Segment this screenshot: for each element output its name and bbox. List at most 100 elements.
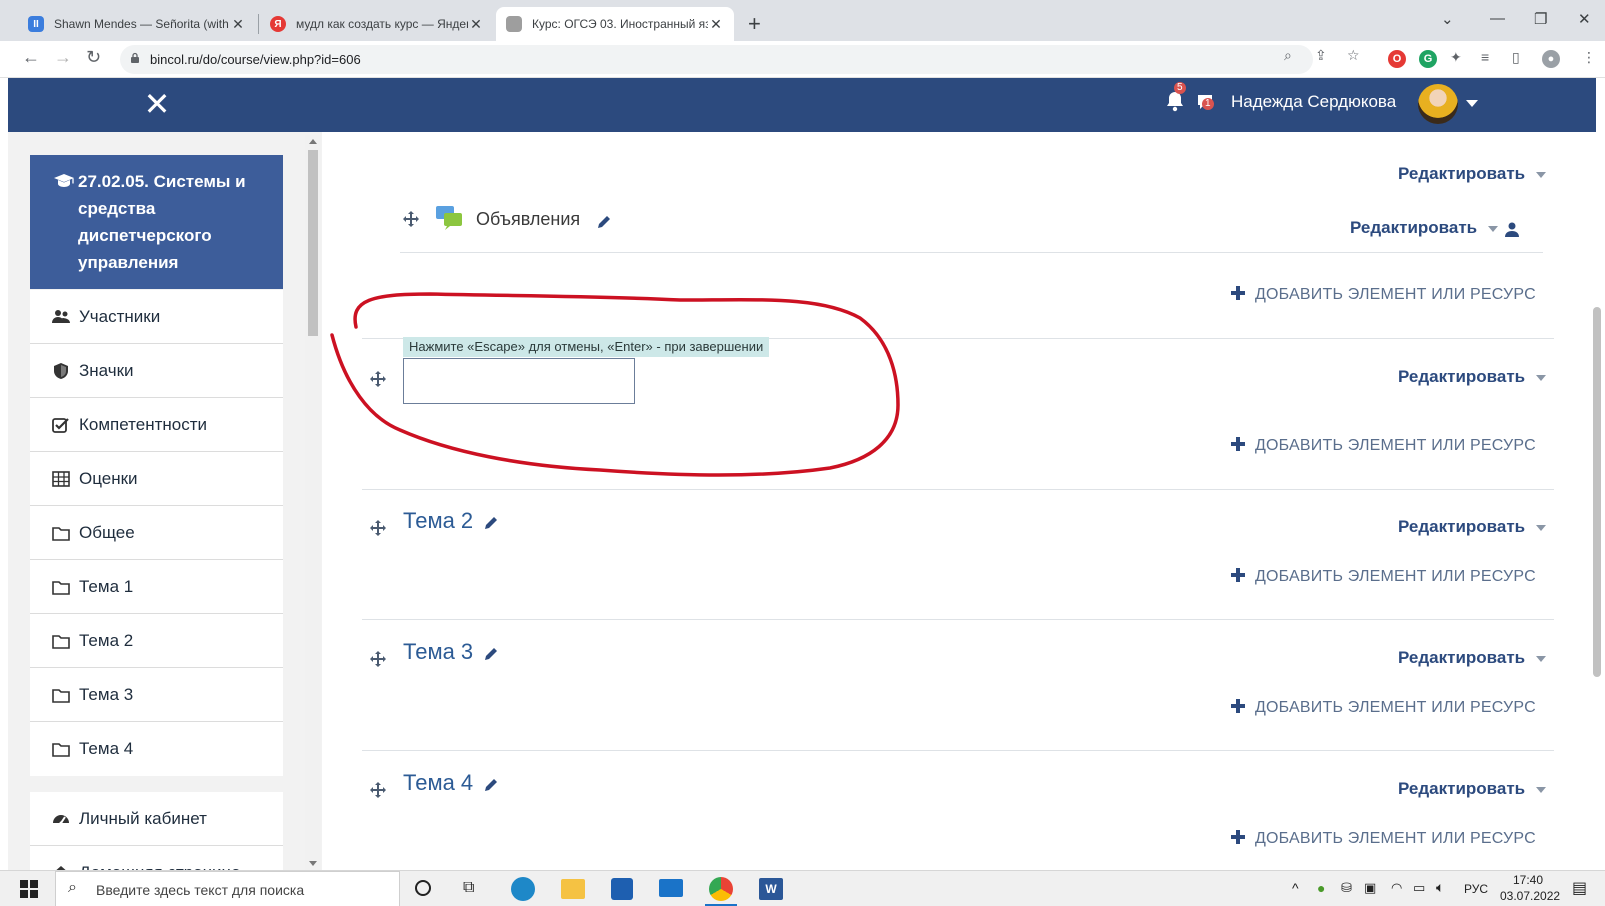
word-icon[interactable]: W	[759, 878, 783, 900]
tray-shield-icon[interactable]: ▣	[1364, 880, 1376, 896]
drawer-item-4[interactable]: Общее	[30, 506, 283, 560]
forward-arrow-icon[interactable]: →	[54, 47, 72, 68]
notifications-center-icon[interactable]: ▤	[1572, 878, 1587, 898]
browser-tab-course[interactable]: Курс: ОГСЭ 03. Иностранный яз ✕	[496, 7, 734, 41]
edit-caret-icon[interactable]	[1536, 525, 1546, 531]
minimize-icon[interactable]: —	[1490, 10, 1505, 27]
battery-icon[interactable]: ▭	[1413, 880, 1425, 896]
menu-kebab-icon[interactable]: ⋮	[1582, 49, 1596, 66]
close-tab-icon[interactable]: ✕	[708, 16, 724, 33]
volume-icon[interactable]: 🔈︎	[1436, 879, 1444, 896]
section-edit-link[interactable]: Редактировать	[1398, 779, 1525, 799]
user-name[interactable]: Надежда Сердюкова	[1231, 92, 1396, 112]
reload-icon[interactable]: ↻	[86, 47, 101, 68]
move-icon[interactable]	[402, 210, 420, 228]
edit-caret-icon[interactable]	[1488, 226, 1498, 232]
activity-edit-link[interactable]: Редактировать	[1350, 218, 1477, 238]
close-window-icon[interactable]: ✕	[1578, 10, 1591, 28]
new-tab-button[interactable]: +	[748, 11, 761, 37]
opera-extension-icon[interactable]: O	[1388, 50, 1406, 68]
mail-icon[interactable]	[659, 879, 683, 897]
reading-list-icon[interactable]: ≡	[1481, 49, 1489, 65]
task-view-icon[interactable]: ⧉	[463, 879, 485, 901]
drawer-item-7[interactable]: Тема 3	[30, 668, 283, 722]
topic-title[interactable]: Тема 2	[403, 508, 473, 534]
drawer-scrollbar[interactable]	[305, 135, 321, 870]
page-scrollbar[interactable]	[1588, 132, 1605, 870]
edit-title-pencil-icon[interactable]	[484, 778, 498, 792]
add-activity-link[interactable]: ДОБАВИТЬ ЭЛЕМЕНТ ИЛИ РЕСУРС	[1255, 568, 1536, 586]
address-bar[interactable]: bincol.ru/do/course/view.php?id=606	[120, 45, 1313, 74]
store-icon[interactable]	[611, 878, 633, 900]
windows-start-icon[interactable]	[20, 880, 38, 898]
drawer-item-0[interactable]: Участники	[30, 290, 283, 344]
topic-title[interactable]: Тема 4	[403, 770, 473, 796]
drawer-item-0[interactable]: Личный кабинет	[30, 792, 283, 846]
profile-icon[interactable]: ●	[1542, 50, 1560, 68]
move-icon[interactable]	[369, 781, 387, 799]
drawer-item-1[interactable]: Домашняя страница	[30, 846, 283, 870]
back-arrow-icon[interactable]: ←	[22, 47, 40, 68]
edit-caret-icon[interactable]	[1536, 375, 1546, 381]
tray-app-icon[interactable]: ●	[1317, 880, 1325, 896]
edit-title-pencil-icon[interactable]	[484, 516, 498, 530]
move-icon[interactable]	[369, 650, 387, 668]
topic-title[interactable]: Тема 3	[403, 639, 473, 665]
edit-caret-icon[interactable]	[1536, 787, 1546, 793]
edit-caret-icon[interactable]	[1536, 656, 1546, 662]
tray-chevron-icon[interactable]: ^	[1292, 880, 1299, 896]
section-name-input[interactable]	[403, 358, 635, 404]
user-menu-caret-icon[interactable]	[1466, 100, 1478, 107]
tray-device-icon[interactable]: ⛁	[1341, 880, 1352, 896]
scroll-up-arrow-icon[interactable]	[309, 139, 317, 144]
wifi-icon[interactable]: ◠	[1391, 880, 1402, 896]
close-tab-icon[interactable]: ✕	[230, 16, 246, 33]
add-activity-link[interactable]: ДОБАВИТЬ ЭЛЕМЕНТ ИЛИ РЕСУРС	[1255, 699, 1536, 717]
add-activity-link[interactable]: ДОБАВИТЬ ЭЛЕМЕНТ ИЛИ РЕСУРС	[1255, 437, 1536, 455]
section-edit-link[interactable]: Редактировать	[1398, 648, 1525, 668]
move-icon[interactable]	[369, 370, 387, 388]
restore-icon[interactable]: ❐	[1534, 10, 1547, 28]
grammarly-extension-icon[interactable]: G	[1419, 50, 1437, 68]
clock-time[interactable]: 17:40	[1513, 873, 1543, 887]
input-language[interactable]: РУС	[1464, 882, 1488, 896]
section-edit-link[interactable]: Редактировать	[1398, 517, 1525, 537]
browser-tab-music[interactable]: II Shawn Mendes — Señorita (with ✕	[18, 7, 256, 41]
drawer-item-8[interactable]: Тема 4	[30, 722, 283, 776]
edit-caret-icon[interactable]	[1536, 172, 1546, 178]
drawer-item-3[interactable]: Оценки	[30, 452, 283, 506]
forum-title[interactable]: Объявления	[476, 209, 580, 230]
user-avatar[interactable]	[1418, 84, 1458, 124]
side-panel-icon[interactable]: ▯	[1512, 49, 1520, 66]
drawer-course-link[interactable]: 27.02.05. Системы и средства диспетчерск…	[30, 155, 283, 289]
scroll-down-arrow-icon[interactable]	[309, 861, 317, 866]
move-icon[interactable]	[369, 519, 387, 537]
chrome-icon[interactable]	[709, 877, 733, 901]
drawer-item-2[interactable]: Компетентности	[30, 398, 283, 452]
browser-tab-yandex[interactable]: Я мудл как создать курс — Яндекс ✕	[260, 7, 494, 41]
user-role-icon[interactable]	[1505, 222, 1519, 237]
close-drawer-icon[interactable]: ✕	[141, 86, 173, 122]
add-activity-link[interactable]: ДОБАВИТЬ ЭЛЕМЕНТ ИЛИ РЕСУРС	[1255, 286, 1536, 304]
edit-title-pencil-icon[interactable]	[484, 647, 498, 661]
edit-title-pencil-icon[interactable]	[597, 215, 611, 229]
bookmark-star-icon[interactable]: ☆	[1347, 47, 1360, 64]
cortana-icon[interactable]	[415, 880, 431, 896]
edge-browser-icon[interactable]	[511, 877, 535, 901]
section-edit-link[interactable]: Редактировать	[1398, 164, 1525, 184]
clock-date[interactable]: 03.07.2022	[1500, 889, 1560, 903]
extensions-puzzle-icon[interactable]: ✦	[1450, 49, 1462, 66]
close-tab-icon[interactable]: ✕	[468, 16, 484, 33]
zoom-icon[interactable]: ⌕	[1284, 47, 1292, 64]
tab-search-chevron-icon[interactable]: ⌄	[1441, 10, 1454, 28]
drawer-item-6[interactable]: Тема 2	[30, 614, 283, 668]
section-edit-link[interactable]: Редактировать	[1398, 367, 1525, 387]
add-activity-link[interactable]: ДОБАВИТЬ ЭЛЕМЕНТ ИЛИ РЕСУРС	[1255, 830, 1536, 848]
drawer-scroll-thumb[interactable]	[308, 150, 318, 336]
file-explorer-icon[interactable]	[561, 879, 585, 899]
page-scroll-thumb[interactable]	[1593, 307, 1601, 677]
drawer-item-1[interactable]: Значки	[30, 344, 283, 398]
drawer-item-5[interactable]: Тема 1	[30, 560, 283, 614]
taskbar-search[interactable]: ⌕ Введите здесь текст для поиска	[55, 871, 400, 906]
share-icon[interactable]: ⇪	[1315, 47, 1327, 64]
